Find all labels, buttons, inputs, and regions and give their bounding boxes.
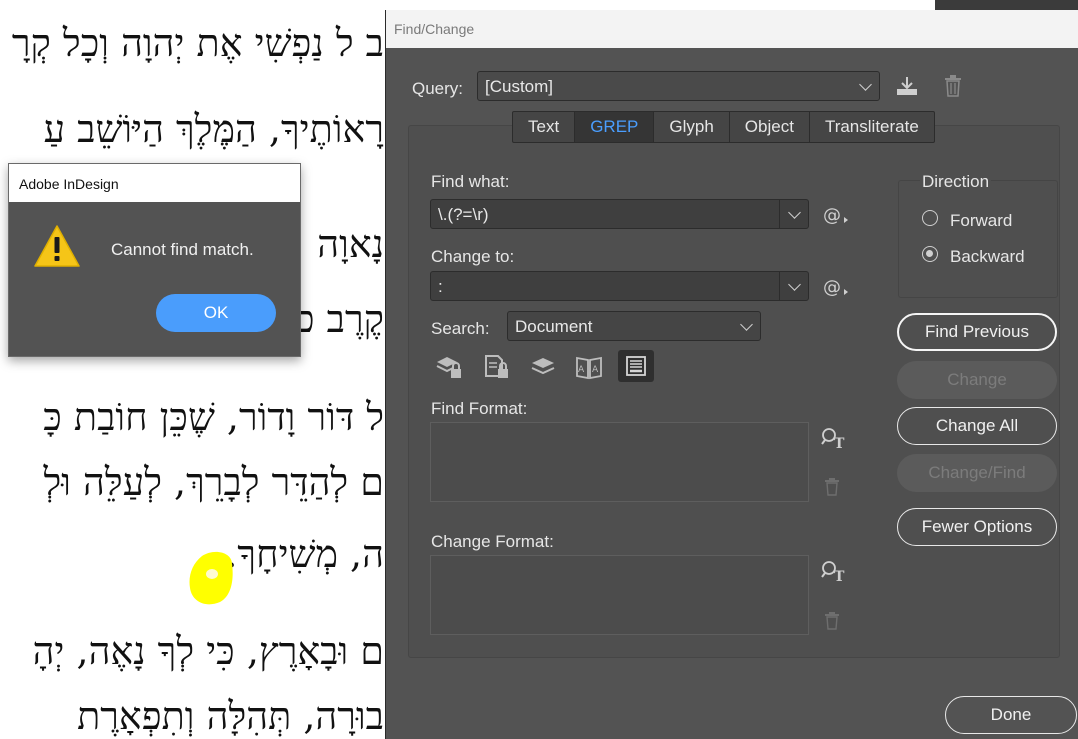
tab-text[interactable]: Text: [513, 112, 576, 142]
find-change-dialog: Find/Change Query: [Custom] Text GREP Gl…: [386, 10, 1078, 739]
text-line: קֶרֶב כ: [296, 297, 384, 341]
alert-dialog: Adobe InDesign Cannot find match. OK: [8, 163, 301, 357]
tab-object[interactable]: Object: [730, 112, 810, 142]
query-value: [Custom]: [485, 77, 554, 96]
text-line: רָאוֹתֶיךָ, הַמֶּלֶךְ הַיּוֹשֵׁב עַ: [43, 107, 384, 151]
lock-stories-icon[interactable]: [482, 352, 512, 382]
svg-text:@: @: [823, 205, 841, 226]
dialog-title: Find/Change: [394, 21, 475, 37]
document-page: ב ל נַפְשִׁי אֶת יְהוָה וְכָל קְרָ רָאוֹ…: [0, 0, 386, 739]
done-button[interactable]: Done: [945, 696, 1077, 734]
chevron-down-icon[interactable]: [779, 200, 808, 228]
special-characters-icon[interactable]: @: [822, 274, 850, 300]
alert-title-bar[interactable]: Adobe InDesign: [9, 164, 300, 202]
find-what-label: Find what:: [431, 172, 510, 191]
change-button[interactable]: Change: [897, 361, 1057, 399]
special-characters-icon[interactable]: @: [822, 202, 850, 228]
svg-text:T: T: [834, 436, 845, 451]
backward-label[interactable]: Backward: [950, 247, 1025, 267]
text-line: ב ל נַפְשִׁי אֶת יְהוָה וְכָל קְרָ: [11, 21, 384, 65]
text-line: בוּרָה, תְּהִלָּה וְתִפְאָרֶת: [77, 694, 384, 738]
search-dropdown[interactable]: Document: [507, 311, 761, 341]
change-find-button[interactable]: Change/Find: [897, 454, 1057, 492]
forward-radio[interactable]: [922, 210, 938, 226]
text-line: ם לְהַדֵּר לְבָרֵךְ, לְעַלֵּה וּלְ: [43, 460, 384, 504]
query-label: Query:: [412, 79, 464, 98]
title-bar[interactable]: Find/Change: [386, 10, 1078, 48]
change-format-label: Change Format:: [431, 532, 554, 551]
find-format-box[interactable]: [430, 422, 809, 502]
hidden-layers-icon[interactable]: [528, 352, 558, 382]
find-format-icon[interactable]: T: [820, 426, 848, 452]
svg-text:T: T: [834, 569, 845, 584]
change-all-button[interactable]: Change All: [897, 407, 1057, 445]
find-format-label: Find Format:: [431, 399, 528, 418]
svg-text:A: A: [592, 365, 599, 375]
tab-grep[interactable]: GREP: [575, 112, 655, 142]
warning-icon: [34, 225, 80, 267]
text-line: נָאוָה: [317, 222, 384, 266]
text-line: ם וּבָאָרֶץ, כִּי לְךָ נָאֶה, יְהָ: [32, 629, 384, 673]
text-line: ל דּוֹר וָדוֹר, שֶׁכֵּן חוֹבַת כָּ: [43, 395, 384, 439]
forward-label[interactable]: Forward: [950, 211, 1012, 231]
fewer-options-button[interactable]: Fewer Options: [897, 508, 1057, 546]
direction-group: [898, 180, 1058, 298]
delete-query-icon[interactable]: [940, 73, 966, 99]
find-what-field[interactable]: \.(?=\r): [430, 199, 809, 229]
tab-glyph[interactable]: Glyph: [654, 112, 730, 142]
yellow-highlight-mark: [189, 551, 233, 605]
change-to-field[interactable]: :: [430, 271, 809, 301]
alert-message: Cannot find match.: [111, 240, 254, 259]
chevron-down-icon: [732, 312, 760, 340]
change-format-box[interactable]: [430, 555, 809, 635]
change-to-value: :: [438, 277, 443, 296]
search-label: Search:: [431, 319, 490, 338]
svg-text:A: A: [578, 365, 585, 375]
chevron-down-icon[interactable]: [779, 272, 808, 300]
chevron-down-icon: [851, 72, 879, 100]
clear-format-icon[interactable]: [820, 609, 844, 633]
find-format-icon[interactable]: T: [820, 559, 848, 585]
svg-text:@: @: [823, 277, 841, 298]
search-value: Document: [515, 317, 593, 336]
find-previous-button[interactable]: Find Previous: [897, 313, 1057, 351]
mode-tabs: Text GREP Glyph Object Transliterate: [512, 111, 935, 143]
query-dropdown[interactable]: [Custom]: [477, 71, 880, 101]
direction-label: Direction: [920, 172, 992, 192]
ok-button[interactable]: OK: [156, 294, 276, 332]
change-to-label: Change to:: [431, 247, 515, 266]
lock-layers-icon[interactable]: [434, 352, 464, 382]
backward-radio[interactable]: [922, 246, 938, 262]
text-line: ה, מְשִׁיחָךָ.: [225, 532, 384, 576]
master-pages-icon[interactable]: AA: [574, 352, 604, 382]
clear-format-icon[interactable]: [820, 475, 844, 499]
alert-title: Adobe InDesign: [19, 176, 119, 192]
tab-transliterate[interactable]: Transliterate: [810, 112, 934, 142]
save-query-icon[interactable]: [894, 73, 920, 99]
find-what-value: \.(?=\r): [438, 205, 489, 224]
footnotes-icon[interactable]: [618, 350, 654, 382]
